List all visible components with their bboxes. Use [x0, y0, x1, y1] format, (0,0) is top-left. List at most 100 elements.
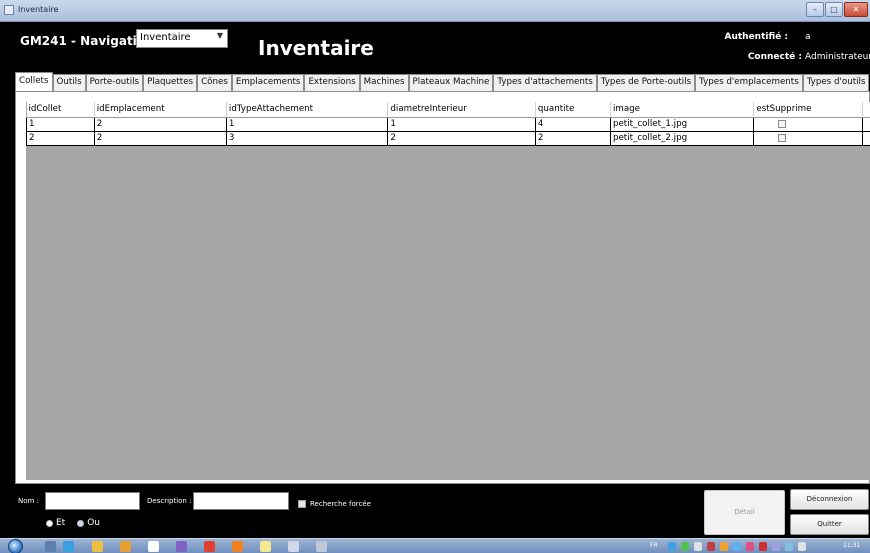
tray-icon[interactable] [759, 542, 767, 551]
folder-icon[interactable] [92, 541, 103, 552]
tray-icon[interactable] [733, 542, 741, 551]
tab-plaquettes[interactable]: Plaquettes [143, 74, 198, 91]
tab-cones[interactable]: Cônes [197, 74, 232, 91]
tray-icon[interactable] [681, 542, 689, 551]
window-controls: – □ ✕ [806, 2, 868, 18]
notepad-icon[interactable] [260, 541, 271, 552]
language-indicator[interactable]: FR [650, 542, 658, 549]
chrome-icon[interactable] [204, 541, 215, 552]
nom-label: Nom : [18, 497, 39, 505]
description-label: Description : [147, 497, 192, 505]
page-title: Inventaire [258, 36, 374, 60]
minimize-button[interactable]: – [806, 2, 824, 17]
column-header[interactable]: idEmplacement [94, 102, 227, 118]
grid-cell[interactable]: 2 [534, 130, 611, 146]
grid-cell[interactable]: petit_collet_2.jpg [609, 130, 755, 146]
grid-cell[interactable]: 1 [387, 116, 536, 132]
grid-cell[interactable]: 4 [534, 116, 611, 132]
tab-types-attachements[interactable]: Types d'attachements [493, 74, 597, 91]
visual-studio-icon[interactable] [176, 541, 187, 552]
column-header[interactable]: diametreInterieur [387, 102, 536, 118]
detail-button[interactable]: Détail [704, 490, 785, 535]
tray-icon[interactable] [772, 542, 780, 551]
grid-cell[interactable] [753, 116, 864, 132]
start-button[interactable] [8, 539, 23, 553]
grid-cell-filler [862, 116, 870, 132]
tray-icon[interactable] [694, 542, 702, 551]
close-button[interactable]: ✕ [844, 2, 868, 17]
column-header[interactable]: image [610, 102, 755, 118]
column-header[interactable]: quantite [535, 102, 611, 118]
grid-cell[interactable]: 2 [93, 116, 227, 132]
column-header[interactable]: idTypeAttachement [226, 102, 389, 118]
tray-icon[interactable] [707, 542, 715, 551]
navigation-select-value: Inventaire [140, 32, 191, 43]
table-row[interactable]: 2 2 3 2 2 petit_collet_2.jpg [26, 130, 870, 146]
description-input[interactable] [193, 492, 289, 510]
tab-emplacements[interactable]: Emplacements [231, 74, 305, 91]
tab-types-outils[interactable]: Types d'outils [802, 74, 870, 91]
show-desktop-icon[interactable] [45, 541, 56, 552]
grid-cell-filler [862, 130, 870, 146]
app-icon-3[interactable] [316, 541, 327, 552]
tab-types-emplacements[interactable]: Types d'emplacements [695, 74, 803, 91]
tray-icon[interactable] [720, 542, 728, 551]
media-icon[interactable] [120, 541, 131, 552]
radio-et[interactable]: Et [46, 518, 65, 528]
tab-types-porte-outils[interactable]: Types de Porte-outils [596, 74, 696, 91]
nom-input[interactable] [45, 492, 140, 510]
tab-plateaux-machine[interactable]: Plateaux Machine [408, 74, 494, 91]
app-icon-1[interactable] [148, 541, 159, 552]
est-supprime-checkbox[interactable] [778, 133, 787, 142]
est-supprime-checkbox[interactable] [778, 119, 787, 128]
window-title: Inventaire [18, 5, 59, 14]
app-header: GM241 - Navigation : Inventaire ▼ Invent… [0, 22, 870, 72]
data-grid[interactable]: idCollet idEmplacement idTypeAttachement… [26, 102, 870, 480]
tab-content-panel: idCollet idEmplacement idTypeAttachement… [15, 91, 870, 484]
table-row[interactable]: 1 2 1 1 4 petit_collet_1.jpg [26, 116, 870, 132]
radio-et-label: Et [56, 518, 66, 528]
radio-dot-icon [77, 519, 85, 527]
grid-cell[interactable]: 1 [26, 116, 95, 132]
grid-cell[interactable]: 2 [93, 130, 227, 146]
app-window: GM241 - Navigation : Inventaire ▼ Invent… [0, 22, 870, 538]
column-header[interactable]: idCollet [26, 102, 95, 118]
browser-icon[interactable] [63, 541, 74, 552]
grid-cell[interactable]: 3 [225, 130, 389, 146]
grid-header-row: idCollet idEmplacement idTypeAttachement… [26, 102, 870, 118]
navigation-select[interactable]: Inventaire ▼ [136, 29, 228, 48]
radio-ou[interactable]: Ou [77, 518, 100, 528]
tab-outils[interactable]: Outils [52, 74, 86, 91]
app-icon-2[interactable] [288, 541, 299, 552]
grid-cell[interactable]: 2 [26, 130, 95, 146]
tray-icon[interactable] [746, 542, 754, 551]
grid-cell[interactable] [753, 130, 864, 146]
window-titlebar[interactable]: Inventaire – □ ✕ [0, 0, 870, 22]
tab-extensions[interactable]: Extensions [304, 74, 360, 91]
tab-machines[interactable]: Machines [359, 74, 409, 91]
disconnect-button[interactable]: Déconnexion [790, 489, 869, 510]
maximize-button[interactable]: □ [825, 2, 843, 17]
connected-label: Connecté : [747, 52, 802, 62]
force-search-checkbox[interactable] [298, 500, 306, 508]
volume-icon[interactable] [798, 542, 806, 551]
column-header[interactable]: estSupprime [753, 102, 864, 118]
grid-cell[interactable]: 1 [225, 116, 389, 132]
tray-icon[interactable] [668, 542, 676, 551]
force-search-label: Recherche forcée [310, 500, 371, 508]
grid-cell[interactable]: petit_collet_1.jpg [609, 116, 755, 132]
network-icon[interactable] [785, 542, 793, 551]
clock[interactable]: 11:31 [843, 542, 860, 549]
column-header-filler [862, 102, 870, 118]
grid-cell[interactable]: 2 [387, 130, 536, 146]
tab-porte-outils[interactable]: Porte-outils [85, 74, 144, 91]
chevron-down-icon: ▼ [216, 31, 223, 40]
firefox-icon[interactable] [232, 541, 243, 552]
connected-value: Administrateur [805, 52, 870, 62]
quit-button[interactable]: Quitter [790, 514, 869, 535]
radio-ou-label: Ou [87, 518, 101, 528]
search-footer: Nom : Description : Recherche forcée Et … [0, 484, 870, 538]
screen: Inventaire – □ ✕ GM241 - Navigation : In… [0, 0, 870, 553]
tab-collets[interactable]: Collets [15, 72, 53, 91]
data-grid-table: idCollet idEmplacement idTypeAttachement… [26, 102, 870, 146]
